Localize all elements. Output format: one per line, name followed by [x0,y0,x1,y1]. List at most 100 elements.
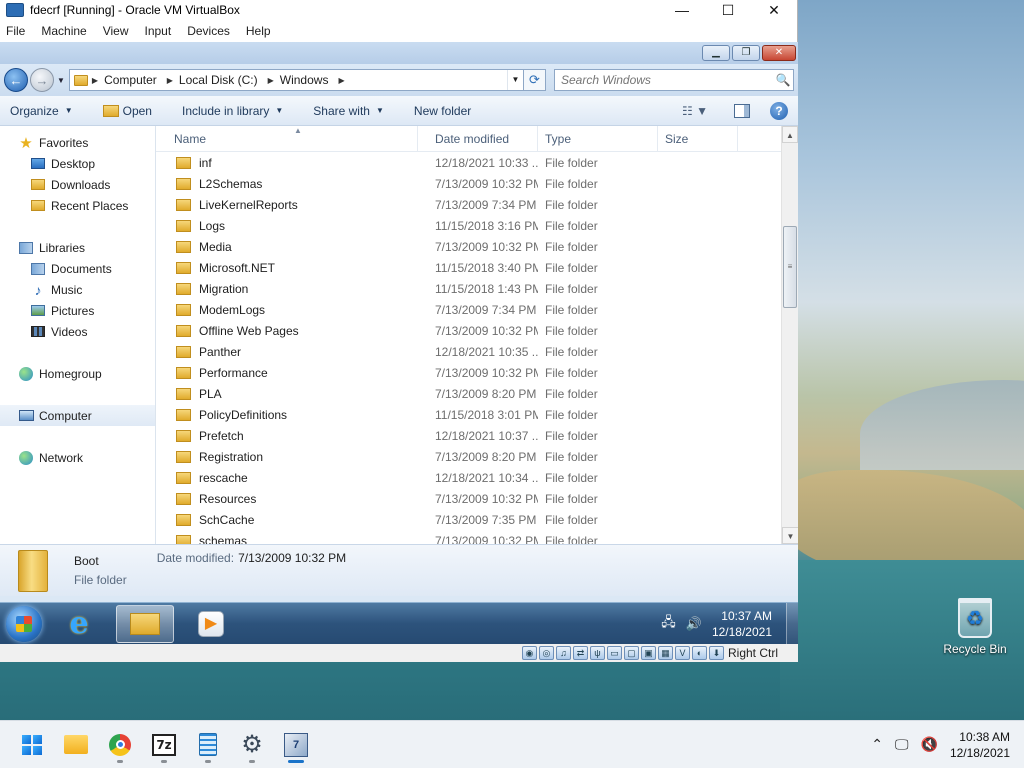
refresh-icon[interactable]: ⟳ [524,69,546,91]
keyboard-capture-icon[interactable]: ⬇ [708,646,724,660]
nav-homegroup[interactable]: Homegroup [0,363,155,384]
file-row[interactable]: PLA 7/13/2009 8:20 PM File folder [156,383,798,404]
host-notepad[interactable] [188,725,228,765]
explorer-close-button[interactable]: ✕ [762,45,796,61]
new-folder-button[interactable]: New folder [414,104,471,118]
vertical-scrollbar[interactable]: ▲ ≡ ▼ [781,126,798,544]
host-file-explorer[interactable] [56,725,96,765]
recycle-bin-shortcut[interactable]: ♻ Recycle Bin [940,598,1010,656]
nav-network[interactable]: Network [0,447,155,468]
virtualization-icon[interactable]: V [674,646,690,660]
column-name[interactable]: Name [156,125,418,152]
breadcrumb-local-disk[interactable]: Local Disk (C:) [179,73,258,87]
explorer-minimize-button[interactable]: ▁ [702,45,730,61]
menu-view[interactable]: View [103,24,129,38]
search-icon[interactable]: 🔍 [773,73,793,87]
file-row[interactable]: Microsoft.NET 11/15/2018 3:40 PM File fold… [156,257,798,278]
scrollbar-thumb[interactable]: ≡ [783,226,797,308]
nav-favorites[interactable]: ★ Favorites [0,132,155,153]
taskbar-media-player[interactable]: ▶ [182,605,240,643]
file-row[interactable]: rescache 12/18/2021 10:34 ... File folder [156,467,798,488]
host-start-button[interactable] [12,725,52,765]
chevron-right-icon[interactable]: ▶ [268,76,274,85]
chevron-up-icon[interactable]: ⌃ [871,736,883,753]
nav-videos[interactable]: Videos [0,321,155,342]
preview-pane-icon[interactable] [734,103,750,118]
explorer-title-bar[interactable]: ▁ ❐ ✕ [0,42,798,64]
menu-devices[interactable]: Devices [187,24,230,38]
optical-drive-icon[interactable]: ◎ [538,646,554,660]
video-capture-icon[interactable]: ▣ [640,646,656,660]
nav-documents[interactable]: Documents [0,258,155,279]
volume-icon[interactable]: 🔊 [686,616,702,632]
file-row[interactable]: Migration 11/15/2018 1:43 PM File folder [156,278,798,299]
nav-downloads[interactable]: Downloads [0,174,155,195]
start-button[interactable] [6,605,42,642]
network-icon[interactable]: 🖵 [895,736,909,753]
file-row[interactable]: LiveKernelReports 7/13/2009 7:34 PM File f… [156,194,798,215]
mouse-integration-icon[interactable]: ◐ [691,646,707,660]
host-settings[interactable]: ⚙ [232,725,272,765]
volume-muted-icon[interactable]: 🔇 [921,736,938,753]
recent-pages-dropdown[interactable]: ▼ [57,76,65,85]
usb-icon[interactable]: ψ [589,646,605,660]
show-desktop-button[interactable] [786,602,798,644]
menu-help[interactable]: Help [246,24,271,38]
chevron-right-icon[interactable]: ▶ [92,76,98,85]
nav-recent-places[interactable]: Recent Places [0,195,155,216]
vbox-title-bar[interactable]: fdecrf [Running] - Oracle VM VirtualBox … [0,0,797,20]
navigation-pane[interactable]: ★ Favorites Desktop Downloads Recent Plac… [0,126,156,544]
file-row[interactable]: Registration 7/13/2009 8:20 PM File folder [156,446,798,467]
display-icon[interactable]: ▢ [623,646,639,660]
nav-libraries[interactable]: Libraries [0,237,155,258]
maximize-button[interactable]: ☐ [705,0,751,20]
search-box[interactable]: 🔍 [554,69,794,91]
file-row[interactable]: SchCache 7/13/2009 7:35 PM File folder [156,509,798,530]
file-row[interactable]: Media 7/13/2009 10:32 PM File folder [156,236,798,257]
file-row[interactable]: inf 12/18/2021 10:33 ... File folder [156,152,798,173]
taskbar-windows-explorer[interactable] [116,604,174,643]
nav-desktop[interactable]: Desktop [0,153,155,174]
file-row[interactable]: Prefetch 12/18/2021 10:37 ... File folder [156,425,798,446]
chevron-right-icon[interactable]: ▶ [167,76,173,85]
scroll-up-icon[interactable]: ▲ [782,126,798,143]
guest-clock[interactable]: 10:37 AM 12/18/2021 [712,608,772,640]
file-list[interactable]: ▲ Name Date modified Type Size inf 12/18/… [156,125,798,544]
share-with-button[interactable]: Share with ▼ [313,104,384,118]
address-bar[interactable]: ▶ Computer ▶ Local Disk (C:) ▶ Windows ▶… [68,69,524,91]
help-icon[interactable]: ? [770,101,788,120]
forward-button[interactable]: → [30,68,54,92]
column-size[interactable]: Size [658,125,738,152]
search-input[interactable] [561,73,773,87]
network-adapter-icon[interactable]: ⇄ [572,646,588,660]
host-chrome[interactable] [100,725,140,765]
host-clock[interactable]: 10:38 AM 12/18/2021 [950,729,1010,761]
audio-icon[interactable]: ♫ [555,646,571,660]
minimize-button[interactable]: — [659,0,705,20]
open-button[interactable]: Open [102,104,152,118]
host-virtualbox[interactable]: 7 [276,725,316,765]
file-row[interactable]: Panther 12/18/2021 10:35 ... File folder [156,341,798,362]
file-row[interactable]: Offline Web Pages 7/13/2009 10:32 PM File … [156,320,798,341]
chevron-right-icon[interactable]: ▶ [338,76,344,85]
file-row[interactable]: ModemLogs 7/13/2009 7:34 PM File folder [156,299,798,320]
column-type[interactable]: Type [538,125,658,152]
back-button[interactable]: ← [4,68,28,92]
breadcrumb-windows[interactable]: Windows [280,73,329,87]
file-row[interactable]: schemas 7/13/2009 10:32 PM File folder [156,530,798,544]
scroll-down-icon[interactable]: ▼ [782,527,798,544]
shared-folders-icon[interactable]: ▭ [606,646,622,660]
file-row[interactable]: Resources 7/13/2009 10:32 PM File folder [156,488,798,509]
hard-disk-icon[interactable]: ◉ [521,646,537,660]
organize-button[interactable]: Organize ▼ [10,104,73,118]
address-dropdown-icon[interactable]: ▼ [507,70,523,90]
nav-computer[interactable]: Computer [0,405,155,426]
menu-file[interactable]: File [6,24,25,38]
guest-screen[interactable]: ▁ ❐ ✕ ← → ▼ ▶ Computer ▶ Local Disk (C:)… [0,42,798,644]
include-in-library-button[interactable]: Include in library ▼ [182,104,283,118]
cpu-icon[interactable]: ▦ [657,646,673,660]
explorer-restore-button[interactable]: ❐ [732,45,760,61]
network-status-icon[interactable]: 🖧 [661,613,676,635]
host-7zip[interactable]: 7z [144,725,184,765]
breadcrumb-computer[interactable]: Computer [104,73,157,87]
